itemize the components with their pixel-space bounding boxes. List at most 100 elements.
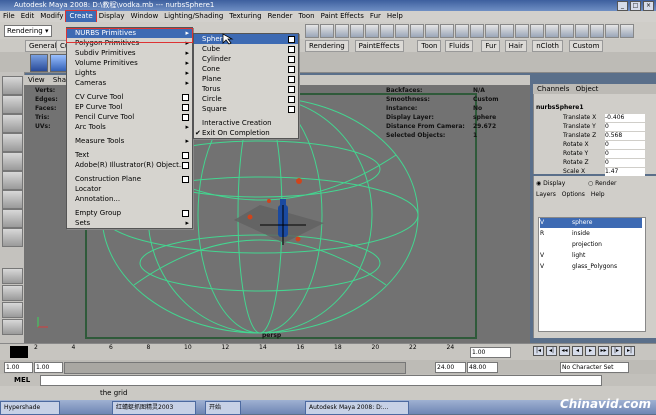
option-box-icon[interactable] bbox=[288, 46, 295, 53]
status-line-tool-icon[interactable] bbox=[560, 24, 574, 38]
layer-menu-options[interactable]: Options bbox=[562, 191, 585, 198]
status-line-tool-icon[interactable] bbox=[545, 24, 559, 38]
channel-name[interactable]: Translate X bbox=[563, 114, 596, 122]
create-menu-cv-curve-tool[interactable]: CV Curve Tool bbox=[67, 92, 192, 102]
status-line-tool-icon[interactable] bbox=[425, 24, 439, 38]
menu-create[interactable]: Create bbox=[65, 10, 97, 23]
option-box-icon[interactable] bbox=[288, 86, 295, 93]
create-menu-cameras[interactable]: Cameras ▸ bbox=[67, 78, 192, 88]
nurbs-square[interactable]: Square bbox=[194, 104, 298, 114]
paint-select-icon[interactable] bbox=[2, 114, 23, 133]
layout-four-icon[interactable] bbox=[2, 285, 23, 301]
step-forward-key-icon[interactable]: ▸▸ bbox=[598, 346, 609, 356]
create-menu-adobe-r-illustrator-r-object[interactable]: Adobe(R) Illustrator(R) Object... bbox=[67, 160, 192, 170]
status-line-tool-icon[interactable] bbox=[305, 24, 319, 38]
channel-value-field[interactable]: 0 bbox=[605, 150, 645, 158]
taskbar-start[interactable]: 开始 bbox=[205, 401, 241, 415]
select-tool-icon[interactable] bbox=[2, 76, 23, 95]
status-line-tool-icon[interactable] bbox=[395, 24, 409, 38]
shelf-tab-fluids[interactable]: Fluids bbox=[445, 40, 474, 52]
channel-value-field[interactable]: 0 bbox=[605, 159, 645, 167]
rotate-tool-icon[interactable] bbox=[2, 152, 23, 171]
layer-visibility-toggle[interactable]: V bbox=[540, 218, 552, 228]
current-frame-field[interactable]: 1.00 bbox=[470, 347, 511, 358]
range-end-field[interactable]: 24.00 bbox=[435, 362, 466, 373]
layer-visibility-toggle[interactable]: V bbox=[540, 262, 552, 272]
close-icon[interactable]: × bbox=[643, 1, 654, 11]
nurbs-cylinder[interactable]: Cylinder bbox=[194, 54, 298, 64]
create-menu-empty-group[interactable]: Empty Group bbox=[67, 208, 192, 218]
option-box-icon[interactable] bbox=[182, 104, 189, 111]
mode-dropdown[interactable]: Rendering ▾ bbox=[4, 25, 52, 37]
nurbs-cube[interactable]: Cube bbox=[194, 44, 298, 54]
option-box-icon[interactable] bbox=[182, 176, 189, 183]
option-box-icon[interactable] bbox=[288, 66, 295, 73]
option-box-icon[interactable] bbox=[182, 94, 189, 101]
status-line-tool-icon[interactable] bbox=[350, 24, 364, 38]
shelf-tab-toon[interactable]: Toon bbox=[417, 40, 442, 52]
layer-menu-help[interactable]: Help bbox=[591, 191, 605, 198]
nurbs-plane[interactable]: Plane bbox=[194, 74, 298, 84]
menu-display[interactable]: Display bbox=[96, 11, 128, 22]
status-line-tool-icon[interactable] bbox=[410, 24, 424, 38]
status-line-tool-icon[interactable] bbox=[500, 24, 514, 38]
layout-outliner-icon[interactable] bbox=[2, 319, 23, 335]
step-back-icon[interactable]: ◂| bbox=[546, 346, 557, 356]
soft-mod-icon[interactable] bbox=[2, 209, 23, 228]
layout-persp-icon[interactable] bbox=[2, 302, 23, 318]
option-box-icon[interactable] bbox=[182, 210, 189, 217]
layout-single-icon[interactable] bbox=[2, 268, 23, 284]
taskbar-hypershade[interactable]: Hypershade bbox=[0, 401, 60, 415]
create-menu-text[interactable]: Text bbox=[67, 150, 192, 160]
menu-edit[interactable]: Edit bbox=[18, 11, 38, 22]
nurbs-sphere-shelf-icon[interactable] bbox=[30, 54, 48, 72]
status-line-tool-icon[interactable] bbox=[620, 24, 634, 38]
option-box-icon[interactable] bbox=[288, 56, 295, 63]
create-menu-lights[interactable]: Lights ▸ bbox=[67, 68, 192, 78]
create-menu-locator[interactable]: Locator bbox=[67, 184, 192, 194]
create-menu-pencil-curve-tool[interactable]: Pencil Curve Tool bbox=[67, 112, 192, 122]
range-slider[interactable] bbox=[64, 362, 406, 374]
status-line-tool-icon[interactable] bbox=[485, 24, 499, 38]
channel-value-field[interactable]: 0 bbox=[605, 123, 645, 131]
nurbs-exit-on-completion[interactable]: ✔ Exit On Completion bbox=[194, 128, 298, 138]
menu-lightingshading[interactable]: Lighting/Shading bbox=[161, 11, 226, 22]
menu-painteffects[interactable]: Paint Effects bbox=[318, 11, 367, 22]
play-back-icon[interactable]: ◂ bbox=[572, 346, 583, 356]
menu-help[interactable]: Help bbox=[384, 11, 406, 22]
step-back-key-icon[interactable]: ◂◂ bbox=[559, 346, 570, 356]
go-start-icon[interactable]: |◂ bbox=[533, 346, 544, 356]
mel-input[interactable] bbox=[40, 375, 602, 386]
status-line-tool-icon[interactable] bbox=[335, 24, 349, 38]
range-start-field[interactable]: 1.00 bbox=[4, 362, 33, 373]
create-menu-arc-tools[interactable]: Arc Tools ▸ bbox=[67, 122, 192, 132]
play-forward-icon[interactable]: ▸ bbox=[585, 346, 596, 356]
channel-name[interactable]: Rotate Z bbox=[563, 159, 589, 167]
layer-visibility-toggle[interactable]: V bbox=[540, 251, 552, 261]
menu-modify[interactable]: Modify bbox=[37, 11, 66, 22]
menu-toon[interactable]: Toon bbox=[295, 11, 317, 22]
status-line-tool-icon[interactable] bbox=[590, 24, 604, 38]
option-box-icon[interactable] bbox=[182, 152, 189, 159]
menu-window[interactable]: Window bbox=[128, 11, 162, 22]
create-menu-ep-curve-tool[interactable]: EP Curve Tool bbox=[67, 102, 192, 112]
manipulator-icon[interactable] bbox=[2, 190, 23, 209]
nurbs-sphere[interactable]: Sphere bbox=[194, 34, 298, 44]
shelf-tab-custom[interactable]: Custom bbox=[568, 40, 604, 52]
nurbs-torus[interactable]: Torus bbox=[194, 84, 298, 94]
shelf-tab-hair[interactable]: Hair bbox=[504, 40, 527, 52]
shelf-tab-ncloth[interactable]: nCloth bbox=[532, 40, 563, 52]
shelf-tab-painteffects[interactable]: PaintEffects bbox=[354, 40, 404, 52]
layer-row-inside[interactable]: Rinside bbox=[540, 229, 642, 239]
viewport-menu-view[interactable]: View bbox=[28, 76, 45, 84]
status-line-tool-icon[interactable] bbox=[440, 24, 454, 38]
status-line-tool-icon[interactable] bbox=[515, 24, 529, 38]
channel-name[interactable]: Scale X bbox=[563, 168, 585, 176]
create-menu-annotation[interactable]: Annotation... bbox=[67, 194, 192, 204]
layer-row-sphere[interactable]: Vsphere bbox=[540, 218, 642, 228]
create-menu-volume-primitives[interactable]: Volume Primitives ▸ bbox=[67, 58, 192, 68]
shelf-tab-rendering[interactable]: Rendering bbox=[305, 40, 349, 52]
channel-value-field[interactable]: 1.47 bbox=[605, 168, 645, 176]
render-radio[interactable]: ○ Render bbox=[588, 180, 617, 188]
taskbar-maya[interactable]: Autodesk Maya 2008: D:... bbox=[305, 401, 409, 415]
